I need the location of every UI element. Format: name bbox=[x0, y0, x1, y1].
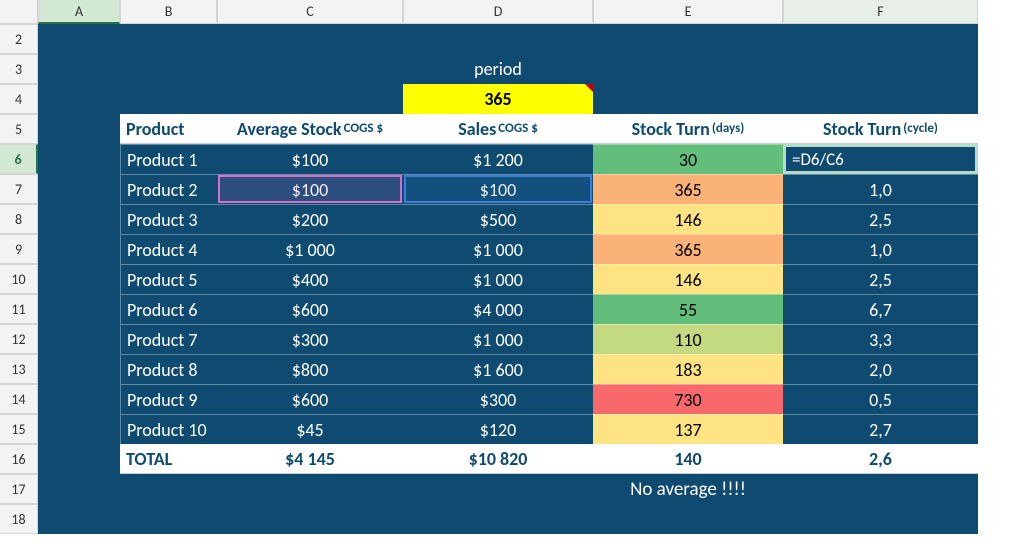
row-header[interactable]: 10 bbox=[0, 264, 38, 294]
cell-product[interactable]: Product 4 bbox=[120, 234, 217, 264]
cell-turn-days[interactable]: 55 bbox=[593, 294, 783, 324]
cell-avg-stock[interactable]: $600 bbox=[217, 294, 403, 324]
cell-turn-days[interactable]: 30 bbox=[593, 144, 783, 174]
cell-sales[interactable]: $1 000 bbox=[403, 264, 593, 294]
cell-avg-stock[interactable]: $100 bbox=[217, 144, 403, 174]
hdr-sales[interactable]: SalesCOGS $ bbox=[403, 114, 593, 144]
cell-sales[interactable]: $100 bbox=[403, 174, 593, 204]
row-header[interactable]: 15 bbox=[0, 414, 38, 444]
row-header[interactable]: 2 bbox=[0, 24, 38, 54]
cell-avg-stock[interactable]: $1 000 bbox=[217, 234, 403, 264]
col-header-B[interactable]: B bbox=[120, 0, 217, 24]
cell-avg-stock[interactable]: $600 bbox=[217, 384, 403, 414]
total-label[interactable]: TOTAL bbox=[120, 444, 217, 474]
hdr-product[interactable]: Product bbox=[120, 114, 217, 144]
period-value[interactable]: 365 bbox=[403, 84, 593, 114]
cell-turn-cycle[interactable]: 2,7 bbox=[783, 414, 978, 444]
cell-turn-cycle[interactable]: 3,3 bbox=[783, 324, 978, 354]
cell-turn-days[interactable]: 146 bbox=[593, 204, 783, 234]
cell-sales[interactable]: $1 000 bbox=[403, 324, 593, 354]
hdr-turn-days[interactable]: Stock Turn(days) bbox=[593, 114, 783, 144]
cell-turn-days[interactable]: 365 bbox=[593, 174, 783, 204]
spreadsheet[interactable]: A B C D E F 2 3 4 5 6 7 8 9 10 11 12 13 … bbox=[0, 0, 1024, 534]
row-header[interactable]: 3 bbox=[0, 54, 38, 84]
total-avg[interactable]: $4 145 bbox=[217, 444, 403, 474]
select-all-corner[interactable] bbox=[0, 0, 38, 24]
cell-avg-stock[interactable]: $800 bbox=[217, 354, 403, 384]
cell-product[interactable]: Product 8 bbox=[120, 354, 217, 384]
row-header[interactable]: 9 bbox=[0, 234, 38, 264]
cell-turn-cycle[interactable]: 6,7 bbox=[783, 294, 978, 324]
hdr-turn-cycle[interactable]: Stock Turn(cycle) bbox=[783, 114, 978, 144]
col-header-C[interactable]: C bbox=[217, 0, 403, 24]
col-header-E[interactable]: E bbox=[593, 0, 783, 24]
total-sales[interactable]: $10 820 bbox=[403, 444, 593, 474]
cell-product[interactable]: Product 3 bbox=[120, 204, 217, 234]
cell-turn-days[interactable]: 110 bbox=[593, 324, 783, 354]
cell-turn-days[interactable]: 137 bbox=[593, 414, 783, 444]
cell-product[interactable]: Product 5 bbox=[120, 264, 217, 294]
cell-product[interactable]: Product 10 bbox=[120, 414, 217, 444]
cell-sales[interactable]: $4 000 bbox=[403, 294, 593, 324]
row-header[interactable]: 18 bbox=[0, 504, 38, 534]
cell-product[interactable]: Product 1 bbox=[120, 144, 217, 174]
cell-turn-days[interactable]: 146 bbox=[593, 264, 783, 294]
cell-product[interactable]: Product 6 bbox=[120, 294, 217, 324]
cell-turn-cycle[interactable]: 1,0 bbox=[783, 174, 978, 204]
row-header[interactable]: 8 bbox=[0, 204, 38, 234]
cell-avg-stock[interactable]: $300 bbox=[217, 324, 403, 354]
cell-turn-cycle[interactable]: 2,5 bbox=[783, 204, 978, 234]
row-header[interactable]: 6 bbox=[0, 144, 38, 174]
cell-product[interactable]: Product 9 bbox=[120, 384, 217, 414]
total-days[interactable]: 140 bbox=[593, 444, 783, 474]
hdr-avg-stock[interactable]: Average StockCOGS $ bbox=[217, 114, 403, 144]
row-header[interactable]: 4 bbox=[0, 84, 38, 114]
cell-sales[interactable]: $300 bbox=[403, 384, 593, 414]
cell-turn-cycle[interactable]: 2,0 bbox=[783, 354, 978, 384]
cell-avg-stock[interactable]: $400 bbox=[217, 264, 403, 294]
total-cycle[interactable]: 2,6 bbox=[783, 444, 978, 474]
cell-sales[interactable]: $1 600 bbox=[403, 354, 593, 384]
period-label[interactable]: period bbox=[403, 54, 593, 84]
cell-turn-cycle[interactable]: 0,5 bbox=[783, 384, 978, 414]
row-header[interactable]: 16 bbox=[0, 444, 38, 474]
row-header[interactable]: 7 bbox=[0, 174, 38, 204]
cell-product[interactable]: Product 2 bbox=[120, 174, 217, 204]
cell-sales[interactable]: $1 200 bbox=[403, 144, 593, 174]
cell-turn-days[interactable]: 730 bbox=[593, 384, 783, 414]
col-header-F[interactable]: F bbox=[783, 0, 978, 24]
cell-turn-cycle[interactable]: 1,0 bbox=[783, 234, 978, 264]
cell-turn-cycle[interactable]: 2,5 bbox=[783, 264, 978, 294]
hdr-product-text: Product bbox=[126, 118, 185, 140]
row-header[interactable]: 11 bbox=[0, 294, 38, 324]
cell-avg-stock[interactable]: $45 bbox=[217, 414, 403, 444]
cell-sales[interactable]: $120 bbox=[403, 414, 593, 444]
cell-turn-cycle[interactable]: =D6/C6 bbox=[783, 144, 978, 174]
col-header-D[interactable]: D bbox=[403, 0, 593, 24]
row-header[interactable]: 12 bbox=[0, 324, 38, 354]
cell-product[interactable]: Product 7 bbox=[120, 324, 217, 354]
cell-avg-stock[interactable]: $100 bbox=[217, 174, 403, 204]
cell-avg-stock[interactable]: $200 bbox=[217, 204, 403, 234]
row-header[interactable]: 14 bbox=[0, 384, 38, 414]
cell-turn-days[interactable]: 183 bbox=[593, 354, 783, 384]
cell-sales[interactable]: $1 000 bbox=[403, 234, 593, 264]
no-average-note[interactable]: No average !!!! bbox=[593, 474, 783, 504]
row-header[interactable]: 17 bbox=[0, 474, 38, 504]
cell-sales[interactable]: $500 bbox=[403, 204, 593, 234]
col-header-A[interactable]: A bbox=[38, 0, 120, 24]
cell-turn-days[interactable]: 365 bbox=[593, 234, 783, 264]
row-header[interactable]: 13 bbox=[0, 354, 38, 384]
row-header[interactable]: 5 bbox=[0, 114, 38, 144]
